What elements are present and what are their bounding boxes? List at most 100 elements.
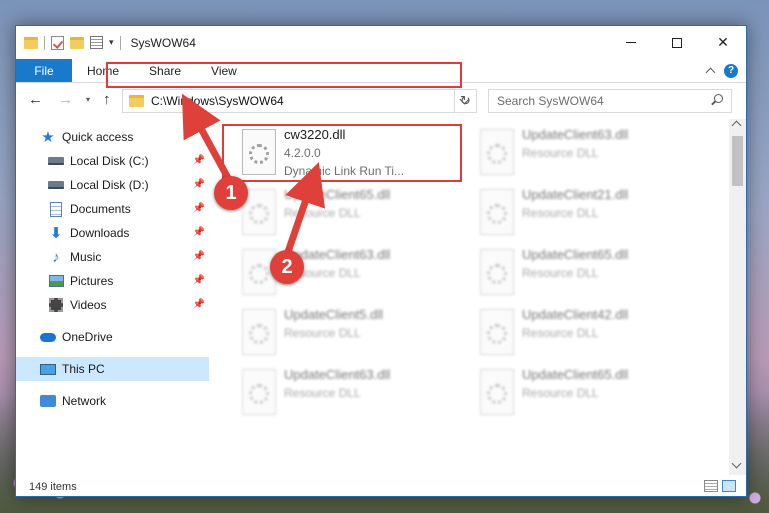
divider bbox=[119, 35, 121, 50]
sidebar-item-downloads[interactable]: ⬇ Downloads 📌 bbox=[16, 221, 209, 245]
maximize-button[interactable] bbox=[654, 26, 700, 59]
scroll-down-arrow-icon[interactable] bbox=[731, 458, 742, 469]
title-bar: ▾ SysWOW64 ✕ bbox=[16, 26, 746, 59]
search-box[interactable] bbox=[488, 89, 732, 113]
file-name: UpdateClient63.dll bbox=[522, 127, 629, 142]
large-icons-view-icon[interactable] bbox=[722, 480, 736, 492]
pin-icon[interactable]: 📌 bbox=[193, 299, 205, 310]
sidebar-item-videos[interactable]: Videos 📌 bbox=[16, 293, 209, 317]
file-item[interactable]: UpdateClient21.dll Resource DLL bbox=[470, 183, 696, 241]
address-highlight-box bbox=[106, 62, 462, 88]
drive-icon bbox=[48, 153, 64, 169]
file-item[interactable]: UpdateClient63.dll Resource DLL bbox=[232, 243, 458, 301]
sidebar-item-label: Music bbox=[70, 250, 102, 264]
sidebar-item-network[interactable]: Network bbox=[16, 389, 209, 413]
minimize-icon bbox=[626, 42, 636, 43]
navigation-bar: ← → ▾ ↑ C:\Windows\SysWOW64 ↻ bbox=[16, 83, 746, 119]
refresh-icon: ↻ bbox=[460, 93, 471, 108]
file-name: UpdateClient63.dll bbox=[284, 367, 391, 382]
window-title: SysWOW64 bbox=[130, 35, 196, 50]
file-name: UpdateClient65.dll bbox=[522, 247, 629, 262]
callout-2: 2 bbox=[270, 250, 304, 284]
file-item[interactable]: UpdateClient63.dll Resource DLL bbox=[470, 123, 696, 181]
minimize-button[interactable] bbox=[608, 26, 654, 59]
file-item[interactable]: UpdateClient5.dll Resource DLL bbox=[232, 303, 458, 361]
callout-1: 1 bbox=[214, 176, 248, 210]
properties-icon[interactable] bbox=[90, 36, 103, 49]
file-highlight-box bbox=[222, 124, 462, 182]
scroll-thumb[interactable] bbox=[732, 136, 743, 186]
sidebar-item-pictures[interactable]: Pictures 📌 bbox=[16, 269, 209, 293]
cloud-icon bbox=[40, 329, 56, 345]
sidebar-item-onedrive[interactable]: OneDrive bbox=[16, 325, 209, 349]
sidebar-item-quick-access[interactable]: ★ Quick access bbox=[16, 125, 209, 149]
file-item[interactable]: UpdateClient65.dll Resource DLL bbox=[232, 183, 458, 241]
recent-locations-dropdown-icon[interactable]: ▾ bbox=[86, 95, 90, 104]
close-button[interactable]: ✕ bbox=[700, 26, 746, 59]
sidebar-item-local-disk-d[interactable]: Local Disk (D:) 📌 bbox=[16, 173, 209, 197]
pin-icon[interactable]: 📌 bbox=[193, 275, 205, 286]
sidebar-item-label: Videos bbox=[70, 298, 107, 312]
address-path[interactable]: C:\Windows\SysWOW64 bbox=[151, 94, 461, 108]
pin-icon[interactable]: 📌 bbox=[193, 155, 205, 166]
new-folder-icon[interactable] bbox=[70, 36, 84, 49]
file-description: Resource DLL bbox=[522, 386, 599, 400]
file-description: Resource DLL bbox=[284, 326, 361, 340]
tab-file[interactable]: File bbox=[16, 59, 72, 82]
pin-icon[interactable]: 📌 bbox=[193, 203, 205, 214]
dll-file-icon bbox=[480, 309, 514, 355]
pin-icon[interactable]: 📌 bbox=[193, 251, 205, 262]
maximize-icon bbox=[672, 37, 682, 48]
videos-icon bbox=[48, 297, 64, 313]
network-icon bbox=[40, 393, 56, 409]
divider bbox=[44, 35, 45, 50]
drive-icon bbox=[48, 177, 64, 193]
vertical-scrollbar[interactable] bbox=[729, 119, 746, 475]
ribbon-right: ? bbox=[705, 59, 738, 82]
details-view-icon[interactable] bbox=[704, 480, 718, 492]
search-icon[interactable] bbox=[709, 93, 725, 109]
sidebar-item-label: This PC bbox=[62, 362, 105, 376]
sidebar-item-documents[interactable]: Documents 📌 bbox=[16, 197, 209, 221]
file-explorer-window: ▾ SysWOW64 ✕ File Home Share View ? ← → … bbox=[15, 25, 747, 497]
file-name: UpdateClient21.dll bbox=[522, 187, 629, 202]
pin-icon[interactable]: 📌 bbox=[193, 227, 205, 238]
help-icon[interactable]: ? bbox=[724, 63, 738, 78]
view-switcher bbox=[704, 480, 736, 492]
pc-icon bbox=[40, 361, 56, 377]
customize-toolbar-dropdown-icon[interactable]: ▾ bbox=[109, 37, 114, 48]
dll-file-icon bbox=[480, 129, 514, 175]
download-icon: ⬇ bbox=[49, 225, 63, 242]
refresh-button[interactable]: ↻ bbox=[454, 89, 476, 113]
sidebar-item-music[interactable]: ♪ Music 📌 bbox=[16, 245, 209, 269]
file-item[interactable]: UpdateClient65.dll Resource DLL bbox=[470, 363, 696, 421]
dll-file-icon bbox=[480, 189, 514, 235]
file-description: Resource DLL bbox=[284, 206, 361, 220]
file-item[interactable]: UpdateClient65.dll Resource DLL bbox=[470, 243, 696, 301]
music-icon: ♪ bbox=[52, 248, 60, 266]
sidebar-item-local-disk-c[interactable]: Local Disk (C:) 📌 bbox=[16, 149, 209, 173]
file-name: UpdateClient5.dll bbox=[284, 307, 384, 322]
file-item[interactable]: UpdateClient42.dll Resource DLL bbox=[470, 303, 696, 361]
dll-file-icon bbox=[480, 369, 514, 415]
close-icon: ✕ bbox=[717, 34, 729, 50]
file-item[interactable]: UpdateClient63.dll Resource DLL bbox=[232, 363, 458, 421]
scroll-up-arrow-icon[interactable] bbox=[731, 120, 742, 131]
pin-icon[interactable]: 📌 bbox=[193, 179, 205, 190]
forward-button[interactable]: → bbox=[58, 92, 73, 108]
up-button[interactable]: ↑ bbox=[103, 92, 111, 108]
properties-check-icon[interactable] bbox=[51, 35, 64, 50]
item-count: 149 items bbox=[29, 480, 77, 493]
search-input[interactable] bbox=[497, 94, 709, 108]
sidebar-item-label: Local Disk (C:) bbox=[70, 154, 149, 168]
sidebar-item-label: Pictures bbox=[70, 274, 114, 288]
status-bar: 149 items bbox=[16, 475, 746, 496]
back-button[interactable]: ← bbox=[28, 92, 43, 108]
sidebar-item-this-pc[interactable]: This PC bbox=[16, 357, 209, 381]
file-description: Resource DLL bbox=[522, 326, 599, 340]
address-bar[interactable]: C:\Windows\SysWOW64 bbox=[122, 89, 477, 113]
file-description: Resource DLL bbox=[522, 146, 599, 160]
sidebar-item-label: Documents bbox=[70, 202, 131, 216]
navigation-pane: ★ Quick access Local Disk (C:) 📌 Local D… bbox=[16, 119, 211, 475]
expand-ribbon-chevron-icon[interactable] bbox=[705, 67, 716, 78]
